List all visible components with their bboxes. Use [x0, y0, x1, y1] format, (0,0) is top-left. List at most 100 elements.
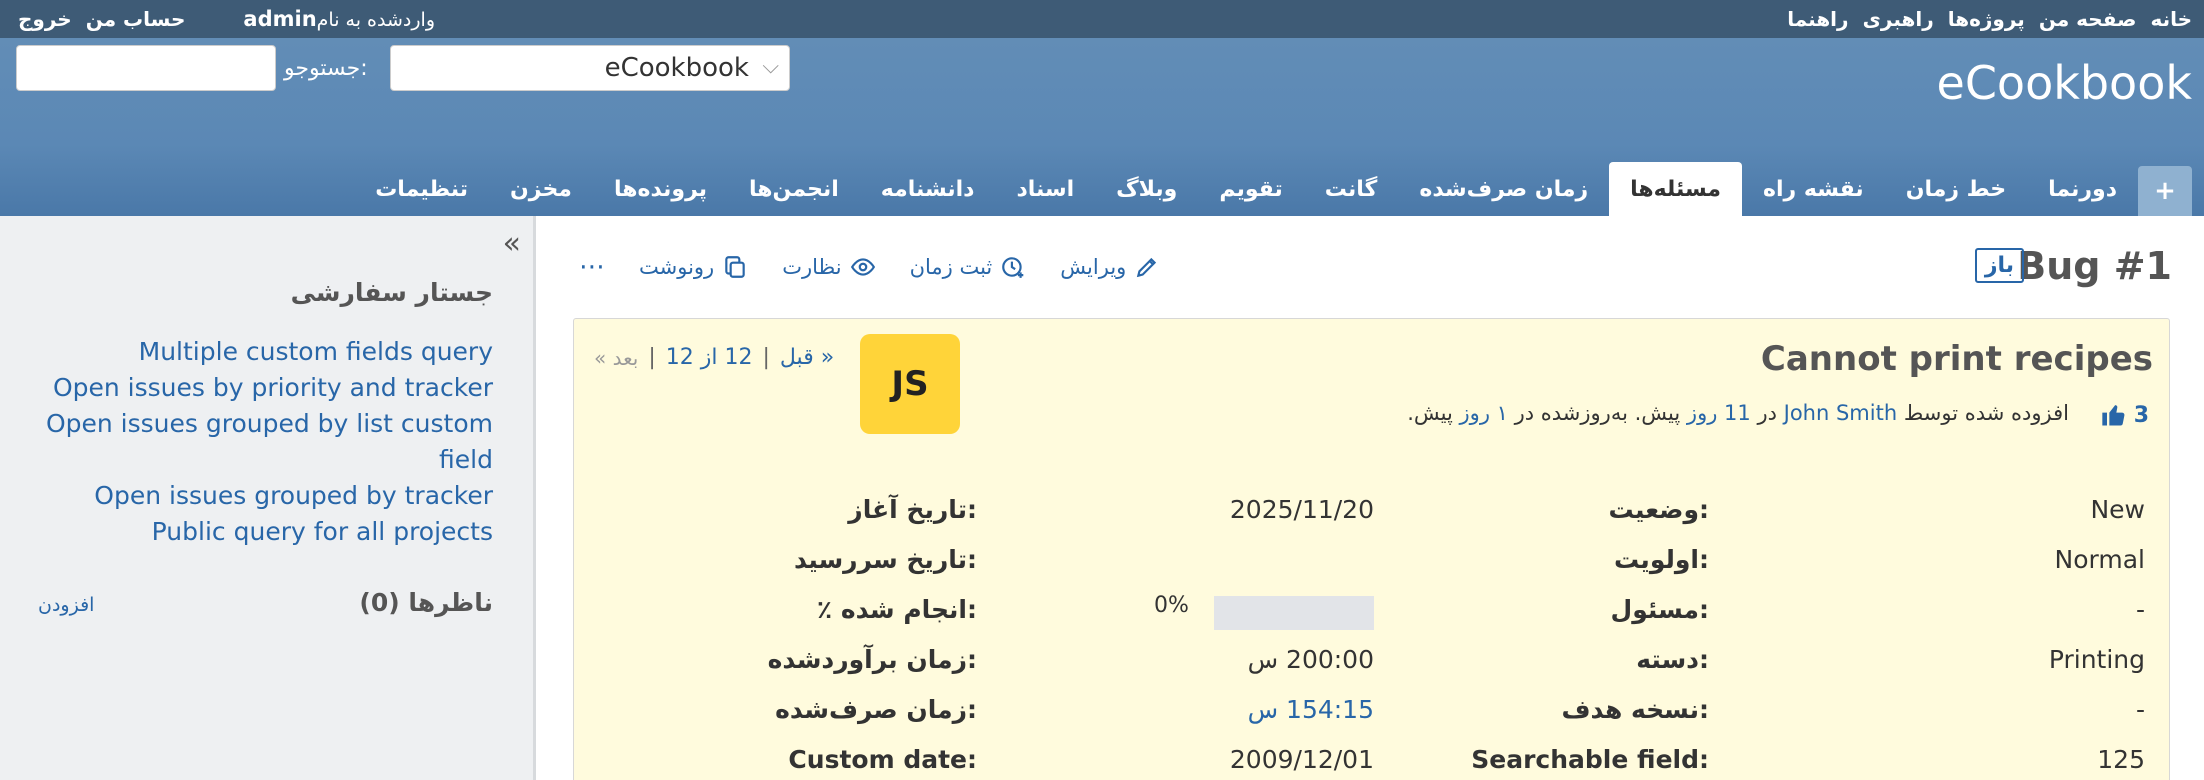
estimated-time-label: زمان برآوردشده: [767, 645, 977, 674]
edit-button[interactable]: ویرایش [1060, 254, 1160, 280]
administration-link[interactable]: راهبری [1863, 7, 1934, 31]
prev-issue-link[interactable]: « قبل [780, 345, 834, 370]
tab-activity[interactable]: خط زمان [1885, 162, 2027, 216]
pager-separator: | [648, 345, 656, 370]
copy-icon [725, 256, 745, 278]
pager-separator: | [762, 345, 770, 370]
tab-spent-time[interactable]: زمان صرف‌شده [1398, 162, 1609, 216]
watch-button[interactable]: نظارت [782, 254, 875, 280]
home-link[interactable]: خانه [2150, 7, 2192, 31]
tab-overview[interactable]: دورنما [2027, 162, 2138, 216]
votes-count: 3 [2133, 402, 2149, 428]
search-label: جستوجو: [284, 55, 368, 81]
added-by-label: افزوده شده توسط [1903, 401, 2069, 425]
new-object-button[interactable]: + [2138, 166, 2192, 216]
pencil-icon [1137, 257, 1157, 278]
top-menu-links: خانه صفحه من پروژه‌ها راهبری راهنما [1787, 7, 2192, 31]
copy-button[interactable]: رونوشت [639, 254, 748, 280]
pager-position[interactable]: 12 از 12 [666, 345, 753, 370]
chevron-down-icon: ⌵ [762, 54, 779, 79]
watchers-title: ناظرها (0) [359, 588, 493, 617]
tab-calendar[interactable]: تقویم [1198, 162, 1303, 216]
tab-forums[interactable]: انجمن‌ها [728, 162, 860, 216]
add-watcher-link[interactable]: افزودن [38, 594, 94, 616]
spent-time-label: زمان صرف‌شده: [775, 695, 977, 724]
issue-details: Cannot print recipes 3 افزوده شده توسط J… [573, 318, 2170, 780]
searchable-field-value: 125 [2097, 745, 2145, 774]
custom-date-label: Custom date: [788, 745, 977, 774]
eye-icon [850, 258, 875, 276]
query-link[interactable]: Open issues by priority and tracker [3, 370, 493, 406]
avatar: JS [860, 334, 960, 434]
top-menu: خانه صفحه من پروژه‌ها راهبری راهنما خروج… [0, 0, 2204, 38]
category-label: دسته: [1636, 645, 1709, 674]
status-badge: باز [1974, 248, 2024, 283]
account-links: خروج حساب من adminواردشده به نام [18, 7, 435, 31]
double-chevron-icon[interactable]: « [503, 226, 521, 261]
due-date-label: تاریخ سررسید: [793, 545, 977, 574]
done-ratio-value: 0% [1154, 593, 1189, 618]
spent-time-link[interactable]: 154:15 س [1214, 695, 1374, 724]
done-ratio-label: ٪ انجام شده: [816, 595, 977, 624]
project-jump-value: eCookbook [604, 53, 749, 83]
target-version-value: - [2135, 695, 2145, 724]
category-value: Printing [2048, 645, 2145, 674]
edit-label: ویرایش [1060, 255, 1127, 279]
start-date-value: 2025/11/20 [1229, 495, 1374, 524]
log-time-button[interactable]: ثبت زمان [910, 254, 1027, 280]
created-ago-link[interactable]: 11 روز [1687, 401, 1751, 425]
updated-label: پیش. به‌روزشده در [1514, 401, 1681, 425]
my-page-link[interactable]: صفحه من [2039, 7, 2137, 31]
query-link[interactable]: Multiple custom fields query [3, 334, 493, 370]
quick-search: جستوجو: [16, 45, 368, 91]
assignee-value: - [2135, 595, 2145, 624]
author-line: افزوده شده توسط John Smith در 11 روز پیش… [1407, 401, 2069, 425]
tab-gantt[interactable]: گانت [1304, 162, 1399, 216]
votes[interactable]: 3 [2100, 401, 2149, 429]
search-input[interactable] [16, 45, 276, 91]
copy-label: رونوشت [639, 255, 715, 279]
projects-link[interactable]: پروژه‌ها [1948, 7, 2025, 31]
updated-ago-link[interactable]: ۱ روز [1460, 401, 1508, 425]
ago-label: پیش. [1407, 401, 1453, 425]
query-link[interactable]: Open issues grouped by tracker [3, 478, 493, 514]
status-label: وضعیت: [1608, 495, 1709, 524]
tab-news[interactable]: وبلاگ [1095, 162, 1198, 216]
tab-documents[interactable]: اسناد [995, 162, 1095, 216]
thumbs-up-icon [2102, 405, 2125, 426]
logout-link[interactable]: خروج [18, 7, 72, 31]
tab-repository[interactable]: مخزن [489, 162, 593, 216]
my-account-link[interactable]: حساب من [86, 7, 186, 31]
tab-issues[interactable]: مسئله‌ها [1609, 162, 1742, 216]
project-title: eCookbook [1936, 56, 2192, 110]
status-value: New [2090, 495, 2145, 524]
priority-label: اولویت: [1613, 545, 1709, 574]
more-actions-icon[interactable]: ⋯ [579, 252, 605, 282]
custom-queries-title: جستار سفارشی [290, 278, 493, 307]
help-link[interactable]: راهنما [1787, 7, 1848, 31]
content: Bug #1 باز ویرایش ثبت زمان نظارت رونوشت … [539, 216, 2204, 780]
priority-value: Normal [2054, 545, 2145, 574]
contextual-actions: ویرایش ثبت زمان نظارت رونوشت ⋯ [579, 252, 1160, 282]
searchable-field-label: Searchable field: [1471, 745, 1709, 774]
next-issue-label: بعد » [594, 345, 639, 370]
tab-roadmap[interactable]: نقشه راه [1742, 162, 1885, 216]
issue-pager: « قبل | 12 از 12 | بعد » [594, 345, 834, 370]
project-jump-select[interactable]: eCookbook ⌵ [390, 45, 790, 91]
logged-as-label: واردشده به نام [316, 9, 435, 31]
query-link[interactable]: Open issues grouped by list custom field [3, 406, 493, 478]
in-label: در [1757, 401, 1777, 425]
assignee-label: مسئول: [1610, 595, 1710, 624]
tab-files[interactable]: پرونده‌ها [593, 162, 728, 216]
logged-user-link[interactable]: admin [243, 7, 316, 31]
progress-bar [1214, 596, 1374, 630]
clock-plus-icon [1002, 257, 1024, 278]
estimated-time-value: 200:00 س [1247, 645, 1374, 674]
author-link[interactable]: John Smith [1784, 401, 1898, 425]
query-link[interactable]: Public query for all projects [3, 514, 493, 550]
logged-as: adminواردشده به نام [237, 7, 435, 31]
custom-date-value: 2009/12/01 [1229, 745, 1374, 774]
tab-wiki[interactable]: دانشنامه [860, 162, 996, 216]
target-version-label: نسخه هدف: [1561, 695, 1709, 724]
tab-settings[interactable]: تنظیمات [354, 162, 489, 216]
